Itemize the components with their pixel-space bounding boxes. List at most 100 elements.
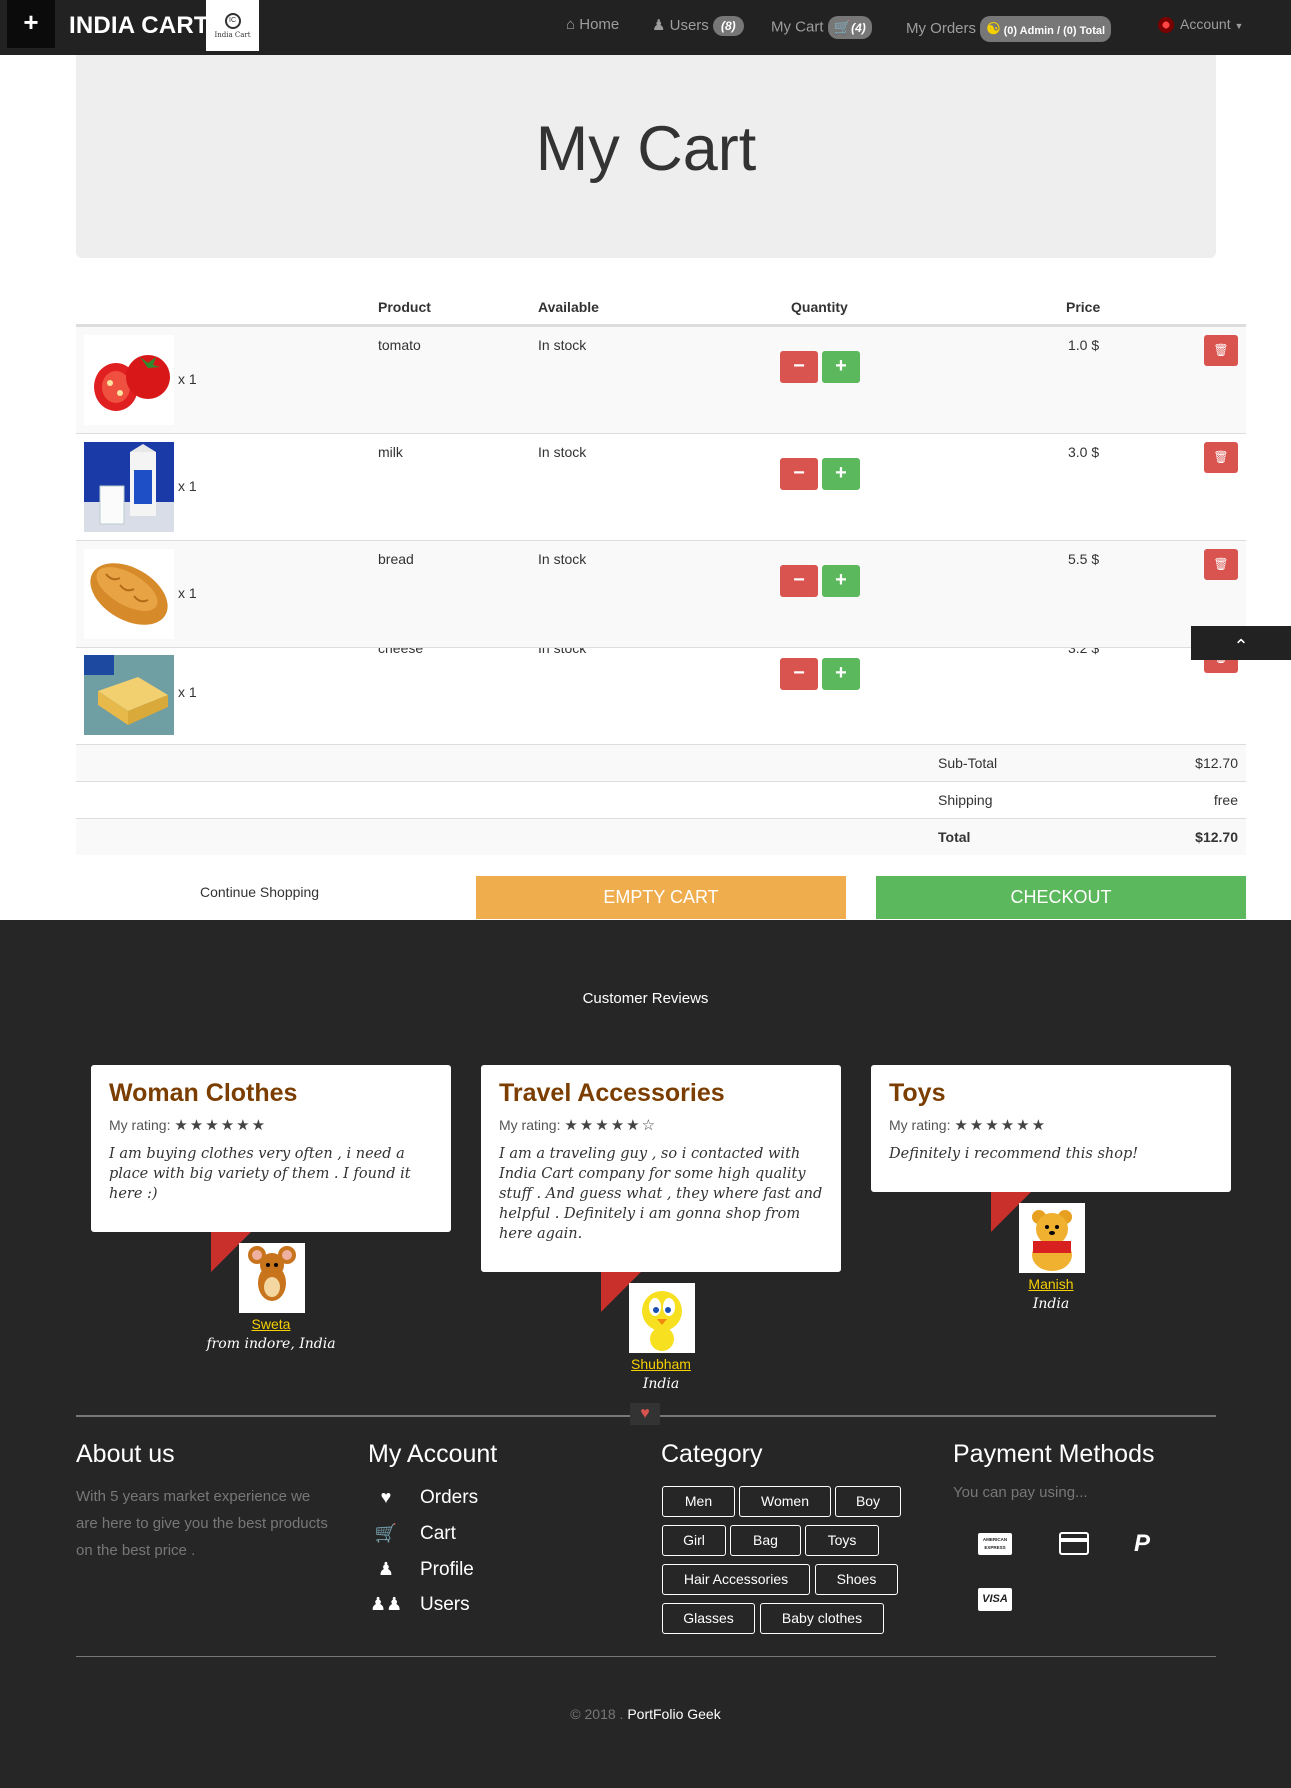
category-tag[interactable]: Toys: [805, 1525, 879, 1556]
cart-icon: 🛒: [374, 1523, 398, 1543]
amex-icon[interactable]: AMERICAN EXPRESS: [978, 1533, 1012, 1555]
nav-my-orders[interactable]: My Orders ☯ (0) Admin / (0) Total: [906, 16, 1112, 42]
paypal-icon[interactable]: P: [1134, 1530, 1150, 1558]
increase-qty-button[interactable]: +: [822, 565, 860, 597]
copyright-link[interactable]: PortFolio Geek: [627, 1706, 720, 1722]
increase-qty-button[interactable]: +: [822, 658, 860, 690]
category-tag[interactable]: Women: [739, 1486, 831, 1517]
logo-ring-icon: IC: [224, 12, 241, 29]
trash-icon: 🗑: [1213, 450, 1229, 464]
shipping-label: Shipping: [938, 792, 993, 808]
caret-down-icon: ▼: [1234, 21, 1244, 31]
col-available: Available: [538, 299, 599, 315]
footer-link-users[interactable]: ♟♟ Users: [370, 1594, 470, 1616]
review-rating: My rating: ★★★★★★: [109, 1117, 268, 1134]
delete-item-button[interactable]: 🗑: [1204, 335, 1238, 366]
footer-bottom-divider: [76, 1656, 1216, 1657]
row-product: cheese: [378, 647, 424, 656]
col-price: Price: [1066, 299, 1101, 315]
subtotal-value: $12.70: [1195, 755, 1238, 771]
review-rating: My rating: ★★★★★★: [889, 1117, 1048, 1134]
category-tag[interactable]: Men: [662, 1486, 735, 1517]
review-card: Toys My rating: ★★★★★★ Definitely i reco…: [871, 1065, 1231, 1192]
heart-icon: ♥: [380, 1487, 392, 1507]
table-row: x 1 milk In stock − + 3.0 $ 🗑: [76, 433, 1246, 540]
row-qty: x 1: [178, 478, 197, 494]
visa-icon[interactable]: VISA: [978, 1588, 1012, 1611]
delete-item-button[interactable]: 🗑: [1204, 549, 1238, 580]
delete-item-button[interactable]: 🗑: [1204, 442, 1238, 473]
reviewer-name-link[interactable]: Sweta: [171, 1316, 371, 1332]
checkout-button[interactable]: CHECKOUT: [876, 876, 1246, 919]
tomato-image: [84, 335, 174, 425]
increase-qty-button[interactable]: +: [822, 351, 860, 383]
category-tag[interactable]: Baby clothes: [760, 1603, 884, 1634]
page-header: My Cart: [76, 55, 1216, 258]
increase-qty-button[interactable]: +: [822, 458, 860, 490]
continue-shopping-link[interactable]: Continue Shopping: [200, 884, 319, 900]
credit-card-icon[interactable]: [1059, 1532, 1089, 1555]
category-tag[interactable]: Shoes: [815, 1564, 898, 1595]
reviewer-name-link[interactable]: Shubham: [561, 1356, 761, 1372]
reviewer-location: from indore, India: [206, 1336, 336, 1352]
user-icon: ♟: [377, 1559, 395, 1579]
nav-my-cart[interactable]: My Cart 🛒(4): [771, 16, 872, 39]
empty-cart-button[interactable]: EMPTY CART: [476, 876, 846, 919]
reviewer-avatar: [629, 1283, 695, 1353]
subtotal-row: Sub-Total $12.70: [76, 744, 1246, 781]
menu-plus-button[interactable]: +: [7, 0, 55, 48]
row-qty: x 1: [178, 684, 197, 700]
brand-logo[interactable]: IC India Cart: [206, 0, 259, 51]
review-quote: I am buying clothes very often , i need …: [109, 1146, 411, 1202]
chevron-up-icon: ⌃: [1233, 636, 1249, 656]
category-tag[interactable]: Girl: [662, 1525, 726, 1556]
cheese-image: [84, 655, 174, 735]
star-rating-icon: ★★★★★★: [174, 1117, 268, 1134]
total-label: Total: [938, 829, 971, 845]
row-price: 3.0 $: [1068, 444, 1100, 460]
category-tag[interactable]: Glasses: [662, 1603, 755, 1634]
about-text: With 5 years market experience we are he…: [76, 1488, 328, 1559]
reviews-title: Customer Reviews: [582, 990, 709, 1007]
category-tag[interactable]: Boy: [835, 1486, 901, 1517]
row-available: In stock: [538, 647, 587, 656]
nav-users[interactable]: ♟ Users (8): [652, 16, 744, 37]
col-quantity: Quantity: [791, 299, 848, 315]
heart-icon: ♥: [630, 1403, 660, 1425]
scroll-to-top-button[interactable]: ⌃: [1191, 626, 1291, 660]
table-row: x 1 tomato In stock − + 1.0 $ 🗑: [76, 326, 1246, 433]
review-card: Woman Clothes My rating: ★★★★★★ I am buy…: [91, 1065, 451, 1232]
category-tag[interactable]: Hair Accessories: [662, 1564, 810, 1595]
row-available: In stock: [538, 444, 587, 460]
top-navbar: + INDIA CART IC India Cart ⌂ Home ♟ User…: [0, 0, 1291, 55]
row-price: 3.2 $: [1068, 647, 1100, 656]
star-rating-icon: ★★★★★☆: [564, 1117, 658, 1134]
footer: [0, 920, 1291, 1788]
bread-image: [84, 549, 174, 639]
review-heading: Toys: [889, 1079, 946, 1107]
row-qty: x 1: [178, 585, 197, 601]
about-title: About us: [76, 1440, 175, 1468]
reviewer-name-link[interactable]: Manish: [951, 1276, 1151, 1292]
cart-icon: 🛒: [833, 19, 852, 35]
shipping-value: free: [1213, 792, 1238, 808]
star-rating-icon: ★★★★★★: [954, 1117, 1048, 1134]
brand-name[interactable]: INDIA CART: [69, 12, 209, 40]
nav-home[interactable]: ⌂ Home: [566, 16, 619, 33]
decrease-qty-button[interactable]: −: [780, 351, 818, 383]
flag-icon: [1158, 17, 1174, 34]
decrease-qty-button[interactable]: −: [780, 565, 818, 597]
reviewer-avatar: [239, 1243, 305, 1313]
decrease-qty-button[interactable]: −: [780, 458, 818, 490]
total-value: $12.70: [1195, 829, 1238, 845]
nav-account-dropdown[interactable]: Account ▼: [1158, 16, 1244, 34]
footer-link-profile[interactable]: ♟ Profile: [370, 1559, 474, 1581]
category-tag[interactable]: Bag: [730, 1525, 801, 1556]
footer-link-cart[interactable]: 🛒 Cart: [370, 1523, 456, 1545]
payment-title: Payment Methods: [953, 1440, 1155, 1468]
decrease-qty-button[interactable]: −: [780, 658, 818, 690]
cart-table: Product Available Quantity Price x 1 tom…: [76, 280, 1246, 860]
review-rating: My rating: ★★★★★☆: [499, 1117, 658, 1134]
row-product: bread: [378, 551, 414, 567]
footer-link-orders[interactable]: ♥ Orders: [370, 1487, 478, 1509]
